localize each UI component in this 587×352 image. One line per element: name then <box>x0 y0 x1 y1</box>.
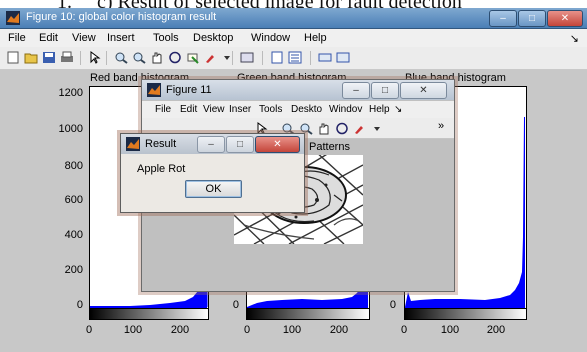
save-icon[interactable] <box>42 51 56 64</box>
brush-icon[interactable] <box>204 51 218 64</box>
x-tick-label: 100 <box>123 324 143 336</box>
menu-dock-arrow-icon[interactable]: ↘ <box>570 32 579 45</box>
figure11-minimize-button[interactable]: – <box>342 82 370 99</box>
y-tick-label: 1000 <box>58 123 83 135</box>
link-plot-icon[interactable] <box>240 51 254 64</box>
menu-window[interactable]: Window <box>251 32 290 44</box>
matlab-logo-icon <box>147 83 161 97</box>
edit-plot-arrow-icon[interactable] <box>88 51 102 64</box>
y-tick-label: 0 <box>76 299 83 311</box>
x-tick-label: 100 <box>282 324 302 336</box>
toolbar-separator <box>310 51 311 65</box>
insert-legend-icon[interactable] <box>288 51 302 64</box>
x-tick-label: 200 <box>329 324 349 336</box>
zoom-in-icon[interactable] <box>114 51 128 64</box>
figure11-menu-view[interactable]: View <box>203 104 225 115</box>
result-minimize-button[interactable]: – <box>197 136 225 153</box>
menu-tools[interactable]: Tools <box>153 32 179 44</box>
x-tick-label: 100 <box>440 324 460 336</box>
figure11-menu-help[interactable]: Help <box>369 104 390 115</box>
figure11-menu-desktop[interactable]: Deskto <box>291 104 322 115</box>
red-colorbar <box>89 308 209 320</box>
result-message: Apple Rot <box>137 163 186 175</box>
toolbar-separator <box>106 51 107 65</box>
y-tick-label: 600 <box>64 194 83 206</box>
close-button[interactable]: ✕ <box>547 10 583 27</box>
x-tick-label: 0 <box>400 324 408 336</box>
result-titlebar: Result – □ ✕ <box>121 134 304 154</box>
insert-colorbar-icon[interactable] <box>270 51 284 64</box>
matlab-logo-icon <box>126 137 140 151</box>
figure11-menu-tools[interactable]: Tools <box>259 104 282 115</box>
result-maximize-button[interactable]: □ <box>226 136 254 153</box>
result-title: Result <box>145 138 177 150</box>
x-tick-label: 200 <box>486 324 506 336</box>
maximize-button[interactable]: □ <box>518 10 546 27</box>
blue-colorbar <box>404 308 527 320</box>
open-file-icon[interactable] <box>24 51 38 64</box>
new-figure-icon[interactable] <box>6 51 20 64</box>
x-tick-label: 200 <box>170 324 190 336</box>
figure11-maximize-button[interactable]: □ <box>371 82 399 99</box>
y-tick-label: 400 <box>64 229 83 241</box>
result-dialog[interactable]: Result – □ ✕ Apple Rot OK <box>120 133 305 213</box>
zoom-out-icon[interactable] <box>132 51 146 64</box>
menu-edit[interactable]: Edit <box>39 32 58 44</box>
toolbar-separator <box>80 51 81 65</box>
ok-button[interactable]: OK <box>185 180 242 198</box>
menu-file[interactable]: File <box>8 32 26 44</box>
green-colorbar <box>246 308 370 320</box>
menu-bar: File Edit View Insert Tools Desktop Wind… <box>0 29 587 47</box>
matlab-logo-icon <box>6 11 20 25</box>
x-tick-label: 0 <box>243 324 251 336</box>
print-icon[interactable] <box>60 51 74 64</box>
menu-desktop[interactable]: Desktop <box>193 32 233 44</box>
rotate-3d-icon[interactable] <box>335 122 349 135</box>
result-close-button[interactable]: ✕ <box>255 136 300 153</box>
figure11-titlebar: Figure 11 – □ ✕ <box>142 80 454 100</box>
y-tick-label: 200 <box>64 264 83 276</box>
menu-insert[interactable]: Insert <box>107 32 135 44</box>
pan-hand-icon[interactable] <box>317 122 331 135</box>
show-plot-tools-icon[interactable] <box>336 51 350 64</box>
minimize-button[interactable]: – <box>489 10 517 27</box>
rotate-3d-icon[interactable] <box>168 51 182 64</box>
main-window-title: Figure 10: global color histogram result <box>26 11 217 23</box>
figure11-menu-window[interactable]: Windov <box>329 104 362 115</box>
y-tick-label: 800 <box>64 160 83 172</box>
x-tick-label: 0 <box>85 324 93 336</box>
hide-plot-tools-icon[interactable] <box>318 51 332 64</box>
figure11-menu-insert[interactable]: Inser <box>229 104 251 115</box>
figure11-close-button[interactable]: ✕ <box>400 82 447 99</box>
toolbar-separator <box>232 51 233 65</box>
figure-toolbar <box>0 47 587 70</box>
menu-view[interactable]: View <box>72 32 96 44</box>
figure11-menu-arrow-icon[interactable]: ↘ <box>394 104 402 115</box>
y-tick-label: 1200 <box>58 87 83 99</box>
figure11-title: Figure 11 <box>166 84 212 96</box>
image-title: Patterns <box>309 141 350 153</box>
dropdown-arrow-icon[interactable] <box>370 122 384 135</box>
figure11-menu-bar: File Edit View Inser Tools Deskto Windov… <box>142 101 454 118</box>
brush-icon[interactable] <box>353 122 367 135</box>
figure11-menu-file[interactable]: File <box>155 104 171 115</box>
figure11-menu-edit[interactable]: Edit <box>180 104 197 115</box>
toolbar-separator <box>262 51 263 65</box>
main-window-titlebar: Figure 10: global color histogram result… <box>0 8 587 29</box>
menu-help[interactable]: Help <box>304 32 327 44</box>
pan-hand-icon[interactable] <box>150 51 164 64</box>
data-cursor-icon[interactable] <box>186 51 200 64</box>
toolbar-overflow-icon[interactable]: » <box>438 120 444 132</box>
